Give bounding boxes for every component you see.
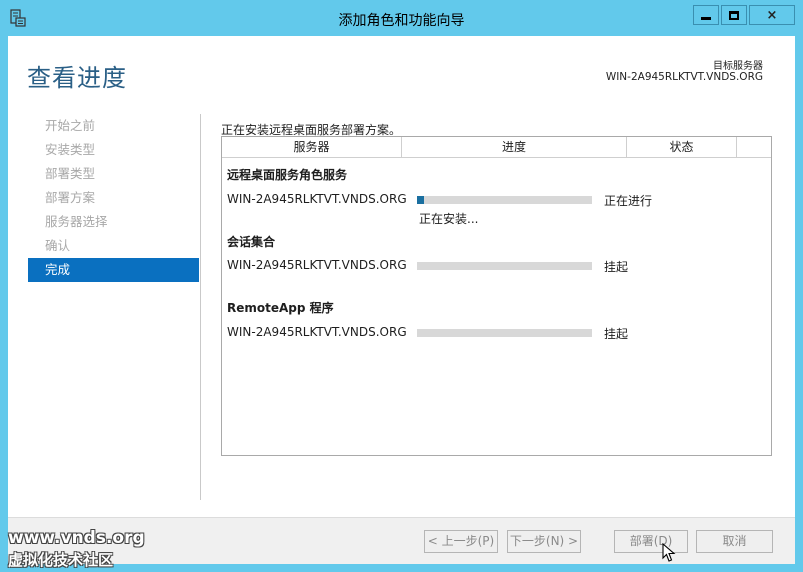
row-server-name: WIN-2A945RLKTVT.VNDS.ORG	[227, 258, 407, 272]
row-detail: 正在安装...	[419, 212, 479, 226]
title-bar[interactable]: 添加角色和功能向导 ×	[0, 0, 803, 36]
row-status: 挂起	[604, 260, 629, 274]
column-header-progress[interactable]: 进度	[402, 137, 627, 158]
nav-item-before-you-begin[interactable]: 开始之前	[28, 114, 199, 138]
wizard-content: 查看进度 目标服务器 WIN-2A945RLKTVT.VNDS.ORG 开始之前…	[8, 36, 795, 564]
row-server-name: WIN-2A945RLKTVT.VNDS.ORG	[227, 325, 407, 339]
progress-panel: 服务器 进度 状态 远程桌面服务角色服务 WIN-2A945RLKTVT.VND…	[221, 136, 772, 456]
nav-item-server-selection[interactable]: 服务器选择	[28, 210, 199, 234]
next-button[interactable]: 下一步(N) >	[507, 530, 581, 553]
maximize-button[interactable]	[721, 5, 747, 25]
column-header-server[interactable]: 服务器	[222, 137, 402, 158]
wizard-window: 添加角色和功能向导 × 查看进度 目标服务器 WIN-2A945RLKTVT.V…	[0, 0, 803, 572]
progress-bar	[417, 196, 592, 204]
watermark-url: www.vnds.org	[8, 528, 145, 548]
group-rds-role-services: 远程桌面服务角色服务	[227, 168, 348, 182]
group-remoteapp-programs: RemoteApp 程序	[227, 301, 334, 315]
nav-item-deployment-scenario[interactable]: 部署方案	[28, 186, 199, 210]
maximize-icon	[729, 10, 739, 20]
mouse-cursor-icon	[662, 543, 676, 562]
watermark-caption: 虚拟化技术社区	[8, 551, 114, 569]
row-server-name: WIN-2A945RLKTVT.VNDS.ORG	[227, 192, 407, 206]
table-header: 服务器 进度 状态	[222, 137, 771, 158]
row-status: 正在进行	[604, 194, 653, 208]
close-icon: ×	[766, 7, 778, 23]
group-session-collection: 会话集合	[227, 235, 276, 249]
cancel-button[interactable]: 取消	[696, 530, 773, 553]
nav-divider	[200, 114, 201, 500]
window-title: 添加角色和功能向导	[338, 13, 465, 29]
close-button[interactable]: ×	[749, 5, 795, 25]
target-server-value: WIN-2A945RLKTVT.VNDS.ORG	[605, 71, 763, 83]
progress-bar	[417, 262, 592, 270]
progress-bar	[417, 329, 592, 337]
row-status: 挂起	[604, 327, 629, 341]
nav-item-deployment-type[interactable]: 部署类型	[28, 162, 199, 186]
nav-item-confirmation[interactable]: 确认	[28, 234, 199, 258]
column-header-status[interactable]: 状态	[627, 137, 737, 158]
minimize-button[interactable]	[693, 5, 719, 25]
wizard-nav: 开始之前 安装类型 部署类型 部署方案 服务器选择 确认 完成	[28, 114, 199, 282]
progress-bar-fill	[417, 196, 424, 204]
nav-item-installation-type[interactable]: 安装类型	[28, 138, 199, 162]
previous-button[interactable]: < 上一步(P)	[424, 530, 498, 553]
nav-item-completion[interactable]: 完成	[28, 258, 199, 282]
minimize-icon	[701, 16, 711, 20]
deploy-button[interactable]: 部署(D)	[614, 530, 688, 553]
target-server-label: 目标服务器	[713, 61, 763, 72]
page-title: 查看进度	[27, 64, 127, 92]
